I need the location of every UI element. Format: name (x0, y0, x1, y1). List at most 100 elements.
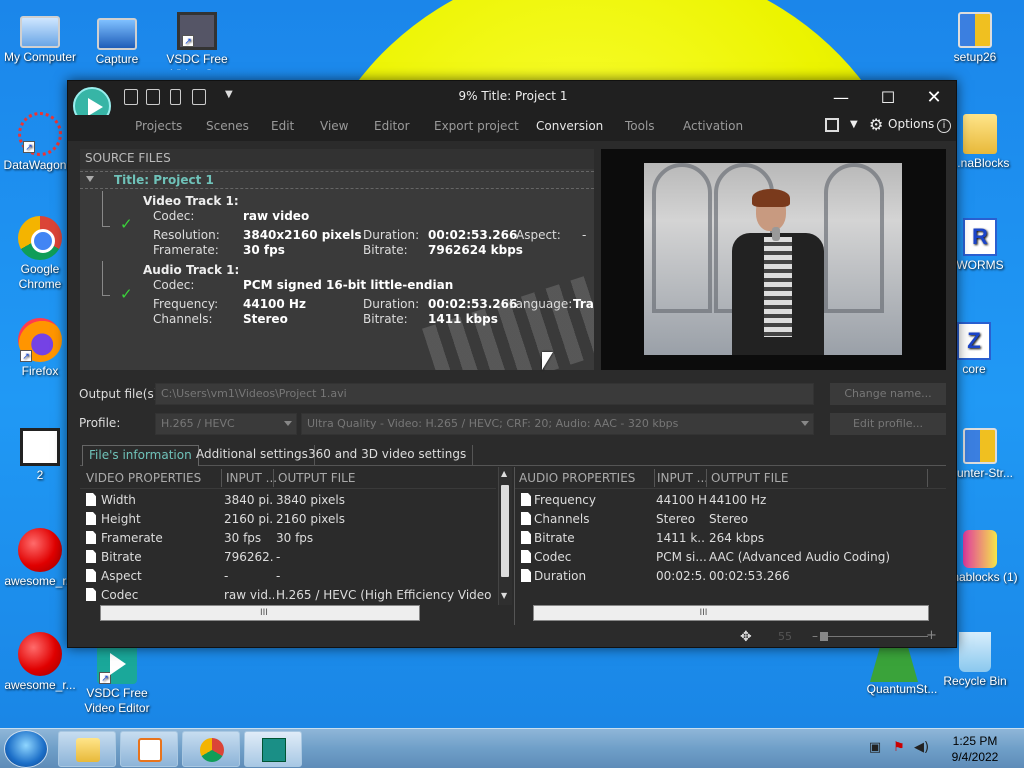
audio-bitrate-value: 1411 kbps (428, 312, 498, 326)
save-project-icon[interactable] (146, 89, 160, 105)
action-center-icon[interactable]: ⚑ (892, 741, 906, 755)
property-icon (86, 531, 96, 544)
red-ball-icon (18, 528, 62, 572)
clock-time: 1:25 PM (952, 734, 998, 748)
table-row[interactable]: Bitrate 796262...- (80, 548, 496, 567)
output-path-field[interactable]: C:\Users\vm1\Videos\Project 1.avi (155, 383, 814, 405)
scroll-down-icon[interactable]: ▼ (501, 591, 507, 600)
project-title-row[interactable]: Title: Project 1 (80, 171, 594, 189)
desktop-icon-vsdc-editor[interactable]: ↗ VSDC Free Video Editor (77, 644, 157, 716)
audio-horizontal-scrollbar[interactable]: III (533, 605, 929, 621)
chrome-icon (18, 216, 62, 260)
zoom-out-icon[interactable]: – (812, 629, 818, 643)
export-icon[interactable] (192, 89, 206, 105)
video-horizontal-scrollbar[interactable]: III (100, 605, 420, 621)
menu-scenes[interactable]: Scenes (206, 119, 249, 133)
table-row[interactable]: Aspect - - (80, 567, 496, 586)
video-aspect-label: Aspect: (516, 228, 561, 242)
audio-frequency-value: 44100 Hz (243, 297, 306, 311)
video-properties-col[interactable]: VIDEO PROPERTIES (86, 471, 201, 485)
video-preview[interactable] (601, 149, 946, 370)
scroll-thumb[interactable] (501, 485, 509, 577)
layout-dropdown-icon[interactable]: ▼ (850, 119, 858, 130)
taskbar-chrome[interactable] (182, 731, 240, 767)
table-row[interactable]: Bitrate 1411 k... 264 kbps (515, 529, 931, 548)
video-codec-label: Codec: (153, 209, 195, 223)
desktop-icon-setup26[interactable]: setup26 (935, 8, 1015, 65)
audio-input-col[interactable]: INPUT ... (657, 471, 708, 485)
info-icon[interactable]: i (937, 119, 951, 133)
desktop-icon-my-computer[interactable]: My Computer (0, 10, 80, 65)
profile-preset-select[interactable]: Ultra Quality - Video: H.265 / HEVC; CRF… (301, 413, 814, 435)
video-framerate-value: 30 fps (243, 243, 285, 257)
taskbar-media-player[interactable] (120, 731, 178, 767)
options-button[interactable]: Options (888, 117, 934, 131)
minimize-button[interactable]: — (824, 85, 858, 111)
tab-additional-settings[interactable]: Additional settings (190, 445, 315, 466)
zoom-in-icon[interactable]: + (926, 628, 937, 643)
menu-export-project[interactable]: Export project (434, 119, 519, 133)
singer-figure (732, 189, 824, 355)
profile-codec-select[interactable]: H.265 / HEVC (155, 413, 297, 435)
change-name-button[interactable]: Change name... (830, 383, 946, 405)
video-input-col[interactable]: INPUT ... (226, 471, 277, 485)
tab-files-information[interactable]: File's information (82, 445, 199, 466)
video-vertical-scrollbar[interactable]: ▲ ▼ (498, 467, 512, 605)
quick-access-dropdown-icon[interactable]: ▼ (225, 89, 233, 100)
title-bar[interactable]: ▼ 9% Title: Project 1 — ☐ ✕ (68, 81, 956, 115)
video-output-col[interactable]: OUTPUT FILE (278, 471, 355, 485)
menu-activation[interactable]: Activation (683, 119, 743, 133)
recycle-bin-icon (959, 632, 991, 672)
gear-icon[interactable]: ⚙ (869, 115, 883, 134)
desktop-icon-vsdc-converter[interactable]: ↗ VSDC Free Video C... (157, 12, 237, 70)
table-row[interactable]: Channels Stereo Stereo (515, 510, 931, 529)
tab-360-3d-settings[interactable]: 360 and 3D video settings (302, 445, 474, 466)
input-value: 44100 Hz (656, 493, 706, 507)
table-row[interactable]: Codec PCM si... AAC (Advanced Audio Coding… (515, 548, 931, 567)
volume-icon[interactable]: ◀) (914, 741, 929, 755)
film-file-icon (20, 428, 60, 466)
edit-profile-button[interactable]: Edit profile... (830, 413, 946, 435)
table-row[interactable]: Codec raw vid... H.265 / HEVC (High Effici… (80, 586, 496, 605)
taskbar-vsdc[interactable] (244, 731, 302, 767)
menu-edit[interactable]: Edit (271, 119, 294, 133)
property-name: Codec (101, 588, 139, 602)
property-name: Codec (534, 550, 572, 564)
open-project-icon[interactable] (124, 89, 138, 105)
table-row[interactable]: Frequency 44100 Hz44100 Hz (515, 491, 931, 510)
desktop-icon-capture[interactable]: Capture (77, 12, 157, 67)
taskbar-file-explorer[interactable] (58, 731, 116, 767)
document-icon[interactable] (170, 89, 181, 105)
tabs-bar: File's information Additional settings 3… (80, 444, 946, 466)
table-row[interactable]: Width 3840 pi...3840 pixels (80, 491, 496, 510)
fit-view-icon[interactable]: ✥ (740, 629, 752, 645)
vsdc-window: ▼ 9% Title: Project 1 — ☐ ✕ Projects Sce… (67, 80, 957, 648)
video-check-icon: ✓ (120, 215, 133, 233)
close-button[interactable]: ✕ (917, 85, 951, 111)
layout-icon[interactable] (825, 118, 839, 132)
output-value: 264 kbps (709, 531, 765, 545)
network-icon[interactable]: ▣ (868, 741, 882, 755)
start-button[interactable] (4, 730, 48, 768)
maximize-button[interactable]: ☐ (871, 85, 905, 111)
table-row[interactable]: Duration 00:02:5...00:02:53.266 (515, 567, 931, 586)
clock[interactable]: 1:25 PM 9/4/2022 (938, 733, 1012, 765)
menu-conversion[interactable]: Conversion (536, 119, 603, 133)
video-frame (644, 163, 902, 355)
file-explorer-icon (76, 738, 100, 762)
menu-tools[interactable]: Tools (625, 119, 655, 133)
audio-properties-col[interactable]: AUDIO PROPERTIES (519, 471, 635, 485)
chrome-icon (200, 738, 224, 762)
table-row[interactable]: Framerate 30 fps 30 fps (80, 529, 496, 548)
property-icon (86, 569, 96, 582)
zoom-slider-track[interactable] (823, 636, 928, 637)
zoom-slider-handle[interactable] (820, 632, 828, 641)
audio-output-col[interactable]: OUTPUT FILE (711, 471, 788, 485)
menu-view[interactable]: View (320, 119, 348, 133)
collapse-triangle-icon[interactable] (86, 176, 94, 182)
table-row[interactable]: Height 2160 pi...2160 pixels (80, 510, 496, 529)
scroll-up-icon[interactable]: ▲ (501, 469, 507, 478)
menu-projects[interactable]: Projects (135, 119, 182, 133)
menu-editor[interactable]: Editor (374, 119, 410, 133)
input-value: 00:02:5... (656, 569, 706, 583)
